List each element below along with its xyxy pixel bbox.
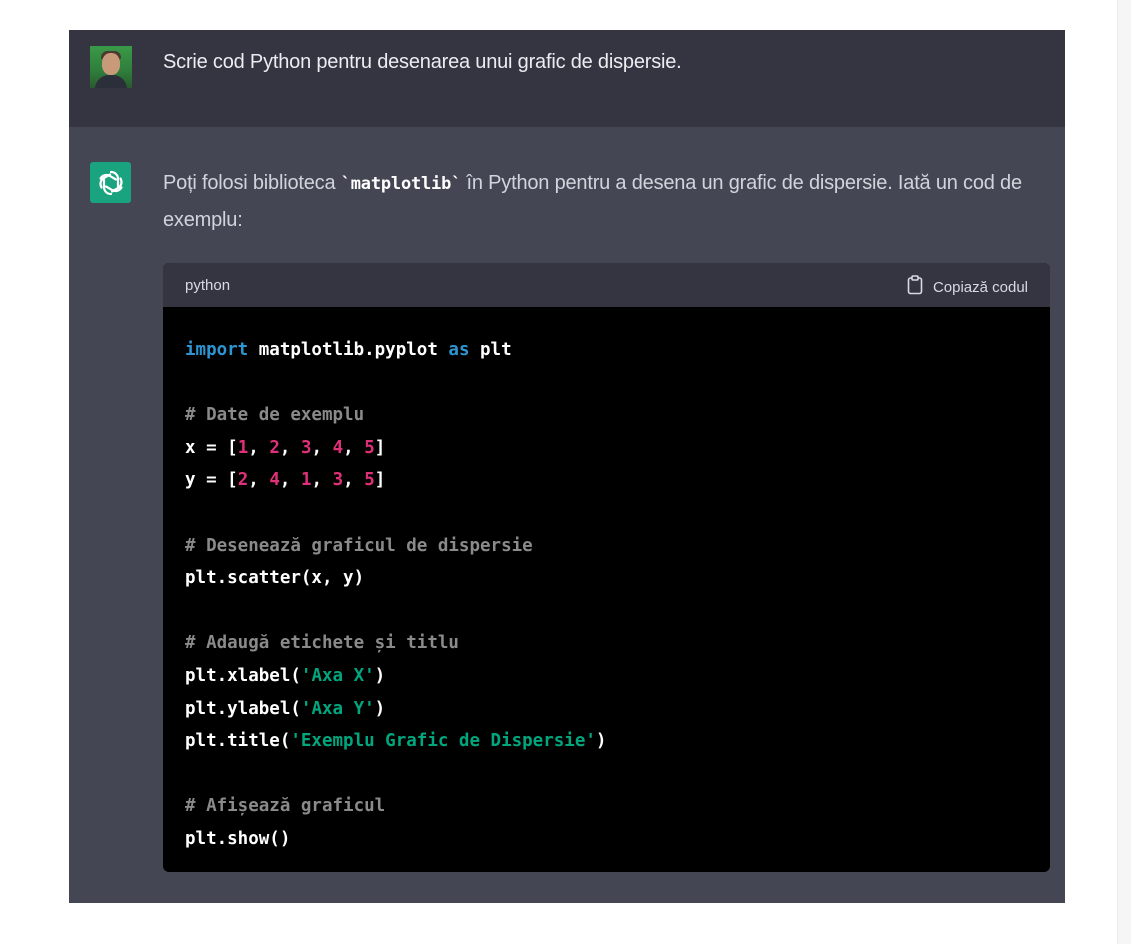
user-message-text: Scrie cod Python pentru desenarea unui g… (163, 51, 682, 73)
copy-code-label: Copiază codul (932, 278, 1028, 296)
code-line: y = [2, 4, 1, 3, 5] (185, 470, 386, 491)
assistant-message-text: Poți folosi biblioteca `matplotlib` în P… (163, 165, 1043, 238)
user-avatar (90, 46, 132, 88)
code-block: python Copiază codul import matplotlib.p… (163, 263, 1050, 872)
openai-logo-icon (90, 162, 131, 203)
code-line: plt.ylabel('Axa Y') (185, 698, 386, 719)
code-comment: # Date de exemplu (185, 405, 365, 426)
code-line: import matplotlib.pyplot as plt (185, 340, 512, 360)
scroll-edge (1117, 0, 1131, 944)
code-line: plt.show() (185, 828, 291, 849)
code-line: plt.xlabel('Axa X') (185, 665, 386, 686)
code-comment: # Afișează graficul (185, 796, 386, 817)
chat-thread: Scrie cod Python pentru desenarea unui g… (69, 30, 1065, 903)
assistant-text-before: Poți folosi biblioteca (163, 172, 341, 194)
code-body: import matplotlib.pyplot as plt # Date d… (163, 307, 1050, 856)
code-comment: # Desenează graficul de dispersie (185, 535, 533, 556)
code-line: plt.scatter(x, y) (185, 568, 365, 589)
code-comment: # Adaugă etichete și titlu (185, 633, 459, 654)
clipboard-icon (907, 275, 923, 299)
inline-code: `matplotlib` (340, 174, 462, 194)
code-language-label: python (185, 277, 231, 294)
code-block-header: python Copiază codul (163, 263, 1050, 307)
code-line: plt.title('Exemplu Grafic de Dispersie') (185, 731, 607, 752)
user-message-row: Scrie cod Python pentru desenarea unui g… (69, 30, 1065, 127)
copy-code-button[interactable]: Copiază codul (907, 275, 1028, 299)
code-line: x = [1, 2, 3, 4, 5] (185, 437, 386, 458)
